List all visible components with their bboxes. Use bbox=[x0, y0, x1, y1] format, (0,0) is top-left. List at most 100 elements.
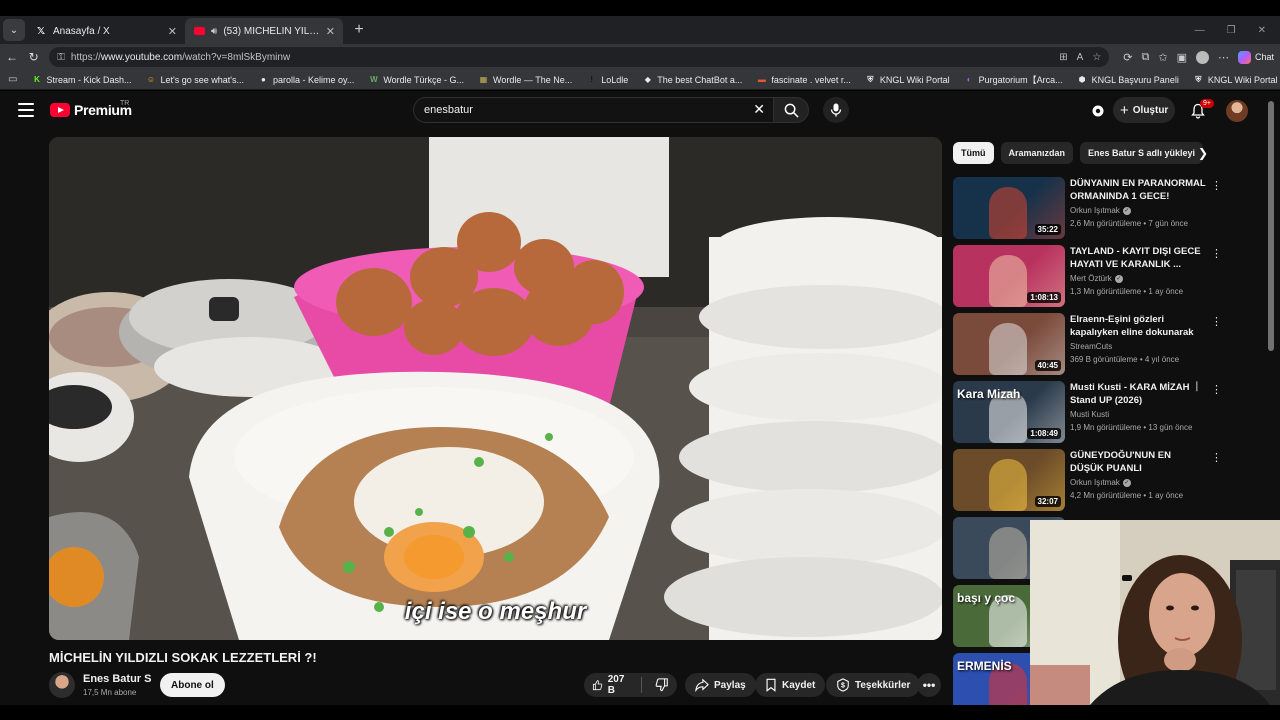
webcam-person-image bbox=[1030, 520, 1280, 705]
video-thumbnail[interactable]: 35:22 bbox=[953, 177, 1065, 239]
more-vertical-icon[interactable]: ⋮ bbox=[1211, 383, 1222, 396]
recommendation-title[interactable]: DÜNYANIN EN PARANORMAL ORMANINDA 1 GECE! bbox=[1070, 177, 1206, 203]
reading-list-icon[interactable]: ▭ bbox=[8, 74, 17, 85]
bookmark-item[interactable]: ⛨ KNGL Wiki Portal bbox=[865, 74, 949, 85]
view-count: 4,2 Mn görüntüleme bbox=[1070, 491, 1142, 500]
recommendation-title[interactable]: GÜNEYDOĞU'NUN EN DÜŞÜK PUANLI RESTORANTL… bbox=[1070, 449, 1206, 475]
more-actions-button[interactable]: ••• bbox=[917, 673, 941, 697]
search-icon bbox=[784, 103, 799, 118]
favorite-star-icon[interactable]: ☆ bbox=[1092, 52, 1101, 63]
save-button[interactable]: Kaydet bbox=[755, 673, 826, 697]
maximize-icon[interactable]: ❐ bbox=[1227, 25, 1236, 36]
bookmark-item[interactable]: W Wordle Türkçe - G... bbox=[368, 74, 464, 85]
plus-icon: + bbox=[1120, 101, 1129, 119]
more-menu-icon[interactable]: ⋯ bbox=[1218, 51, 1229, 64]
video-thumbnail[interactable]: Kara Mizah 1:08:49 bbox=[953, 381, 1065, 443]
recommendation-meta: 1,3 Mn görüntüleme • 1 ay önce bbox=[1070, 287, 1183, 296]
recommendation-title[interactable]: TAYLAND - KAYIT DIŞI GECE HAYATI VE KARA… bbox=[1070, 245, 1206, 271]
voice-search-button[interactable] bbox=[823, 97, 849, 123]
youtube-premium-logo[interactable]: Premium TR bbox=[50, 100, 132, 118]
bookmark-favicon-icon: ▬ bbox=[757, 75, 766, 84]
recommendation-channel[interactable]: Mert Öztürk ✓ bbox=[1070, 274, 1123, 283]
favorites-icon[interactable]: ✩ bbox=[1158, 51, 1167, 64]
recommendation-item[interactable]: 35:22 DÜNYANIN EN PARANORMAL ORMANINDA 1 … bbox=[953, 177, 1223, 239]
clear-search-icon[interactable]: ✕ bbox=[753, 101, 765, 118]
recommendation-meta: 2,6 Mn görüntüleme • 7 gün önce bbox=[1070, 219, 1188, 228]
dislike-button[interactable] bbox=[647, 673, 677, 697]
recommendation-item[interactable]: 1:08:13 TAYLAND - KAYIT DIŞI GECE HAYATI … bbox=[953, 245, 1223, 307]
bookmark-item[interactable]: ◆ The best ChatBot a... bbox=[642, 74, 743, 85]
more-vertical-icon[interactable]: ⋮ bbox=[1211, 247, 1222, 260]
search-input[interactable]: enesbatur ✕ bbox=[413, 97, 773, 123]
bookmark-item[interactable]: ▬ fascinate . velvet r... bbox=[756, 74, 851, 85]
menu-hamburger-icon[interactable] bbox=[18, 103, 34, 117]
video-player[interactable]: içi ise o meşhur bbox=[49, 137, 942, 640]
close-window-icon[interactable]: ✕ bbox=[1258, 25, 1266, 36]
minimize-icon[interactable]: — bbox=[1195, 25, 1205, 36]
browser-tab-youtube[interactable]: 🔊︎ (53) MİCHELİN YILDIZLI SOKAK ✕ bbox=[185, 18, 343, 44]
bookmark-label: KNGL Başvuru Paneli bbox=[1091, 74, 1179, 85]
channel-avatar[interactable] bbox=[49, 672, 75, 698]
close-icon[interactable]: ✕ bbox=[168, 25, 177, 38]
recommendation-channel[interactable]: Orkun Işıtmak ✓ bbox=[1070, 206, 1131, 215]
bookmarks-bar: ▭ K Stream - Kick Dash... ☺ Let's go see wh… bbox=[0, 70, 1280, 90]
video-thumbnail[interactable]: 40:45 bbox=[953, 313, 1065, 375]
verified-check-icon: ✓ bbox=[1114, 274, 1123, 283]
chat-button[interactable]: Chat bbox=[1237, 50, 1274, 64]
tab-actions-menu-icon[interactable]: ⌄ bbox=[3, 19, 25, 41]
filter-chip[interactable]: Enes Batur S adlı yükleyi bbox=[1080, 142, 1204, 164]
site-info-icon[interactable]: ⚿ bbox=[57, 52, 65, 63]
more-vertical-icon[interactable]: ⋮ bbox=[1211, 179, 1222, 192]
page-scrollbar[interactable] bbox=[1268, 101, 1274, 351]
more-vertical-icon[interactable]: ⋮ bbox=[1211, 315, 1222, 328]
bookmark-item[interactable]: ▦ Wordle — The Ne... bbox=[478, 74, 572, 85]
recommendation-title[interactable]: Elraenn-Eşini gözleri kapalıyken eline d… bbox=[1070, 313, 1206, 339]
search-button[interactable] bbox=[773, 97, 809, 123]
refresh-extension-icon[interactable]: ⟳ bbox=[1123, 51, 1132, 64]
bookmark-item[interactable]: ☺ Let's go see what's... bbox=[145, 74, 244, 85]
profile-avatar-icon[interactable] bbox=[1195, 50, 1209, 64]
bookmark-item[interactable]: ⬢ KNGL Başvuru Paneli bbox=[1077, 74, 1179, 85]
studio-gear-icon[interactable] bbox=[1090, 103, 1106, 119]
recommendation-title[interactable]: Musti Kusti - KARA MİZAH ｜ Stand UP (202… bbox=[1070, 381, 1206, 407]
share-button[interactable]: Paylaş bbox=[685, 673, 756, 697]
close-icon[interactable]: ✕ bbox=[326, 25, 335, 38]
subscribe-button[interactable]: Abone ol bbox=[160, 673, 225, 697]
speaker-icon[interactable]: 🔊︎ bbox=[211, 26, 217, 37]
reload-icon[interactable]: ↻ bbox=[28, 50, 39, 64]
more-vertical-icon[interactable]: ⋮ bbox=[1211, 451, 1222, 464]
channel-name[interactable]: Enes Batur S bbox=[83, 673, 151, 685]
recommendation-item[interactable]: Kara Mizah 1:08:49 Musti Kusti - KARA MİZA… bbox=[953, 381, 1223, 443]
create-button[interactable]: + Oluştur bbox=[1113, 97, 1175, 123]
video-thumbnail[interactable]: 1:08:13 bbox=[953, 245, 1065, 307]
x-logo-icon: 𝕏 bbox=[36, 25, 46, 37]
bookmark-item[interactable]: ● parolla - Kelime oy... bbox=[258, 74, 354, 85]
youtube-icon bbox=[193, 25, 205, 37]
browser-tab-x[interactable]: 𝕏 Anasayfa / X ✕ bbox=[27, 18, 185, 44]
bookmark-item[interactable]: ! LoLdle bbox=[586, 74, 628, 85]
new-tab-icon[interactable]: + bbox=[347, 16, 371, 44]
account-avatar[interactable] bbox=[1226, 100, 1248, 122]
translate-icon[interactable]: A bbox=[1077, 52, 1084, 63]
collections-icon[interactable]: ▣ bbox=[1177, 51, 1187, 64]
verified-check-icon: ✓ bbox=[1122, 206, 1131, 215]
chevron-right-icon[interactable]: ❯ bbox=[1198, 146, 1208, 160]
bookmark-item[interactable]: ◐ Purgatorium【Arca... bbox=[964, 73, 1063, 86]
recommendation-channel[interactable]: StreamCuts bbox=[1070, 342, 1112, 351]
split-screen-icon[interactable]: ⧉ bbox=[1142, 51, 1150, 64]
filter-chip[interactable]: Tümü bbox=[953, 142, 994, 164]
thanks-button[interactable]: $ Teşekkürler bbox=[826, 673, 921, 697]
recommendation-item[interactable]: 40:45 Elraenn-Eşini gözleri kapalıyken el… bbox=[953, 313, 1223, 375]
bookmark-item[interactable]: ⛨ KNGL Wiki Portal bbox=[1193, 74, 1277, 85]
search-value: enesbatur bbox=[424, 104, 473, 116]
recommendation-item[interactable]: 32:07 GÜNEYDOĞU'NUN EN DÜŞÜK PUANLI RESTO… bbox=[953, 449, 1223, 511]
like-button[interactable]: 207 B bbox=[584, 673, 636, 697]
recommendation-channel[interactable]: Musti Kusti bbox=[1070, 410, 1109, 419]
back-icon[interactable]: ← bbox=[6, 50, 18, 64]
bookmark-item[interactable]: K Stream - Kick Dash... bbox=[31, 74, 131, 85]
recommendation-channel[interactable]: Orkun Işıtmak ✓ bbox=[1070, 478, 1131, 487]
video-thumbnail[interactable]: 32:07 bbox=[953, 449, 1065, 511]
url-field[interactable]: ⚿ https://www.youtube.com/watch?v=8mlSkB… bbox=[49, 47, 1110, 67]
apps-icon[interactable]: ⊞ bbox=[1059, 52, 1067, 63]
filter-chip[interactable]: Aramanızdan bbox=[1000, 142, 1074, 164]
